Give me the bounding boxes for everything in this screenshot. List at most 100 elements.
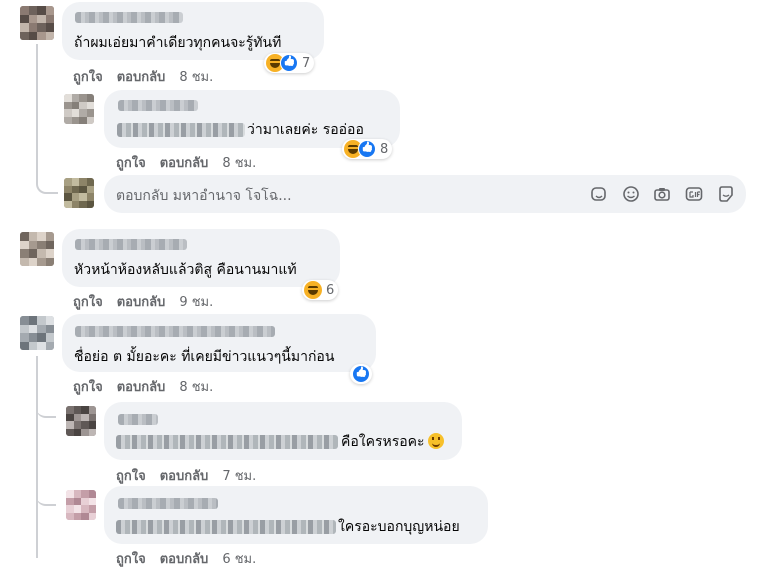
reaction-summary[interactable]: 7	[264, 53, 315, 73]
avatar-pixel	[86, 185, 94, 193]
thread-connector	[36, 104, 58, 194]
avatar-pixel	[20, 316, 29, 325]
comment-text: ใครอะบอกบุญหน่อย	[338, 519, 460, 535]
avatar-pixel	[86, 94, 94, 102]
camera-icon[interactable]	[653, 185, 671, 203]
avatar-pixel	[86, 109, 94, 117]
blurred-mention	[117, 123, 245, 137]
avatar[interactable]	[20, 316, 54, 350]
avatar-pixel	[28, 324, 37, 333]
commenter-name-blurred[interactable]	[75, 12, 183, 23]
commenter-name-blurred[interactable]	[118, 498, 218, 509]
reaction-count: 7	[302, 55, 311, 71]
reply-input[interactable]: ตอบกลับ มหาอำนาจ โจโฉ...	[104, 175, 746, 213]
timestamp[interactable]: 8 ชม.	[179, 66, 213, 87]
like-link[interactable]: ถูกใจ	[73, 66, 103, 87]
avatar-pixel	[37, 23, 46, 32]
avatar-pixel	[88, 421, 96, 429]
commenter-name-blurred[interactable]	[75, 326, 275, 337]
avatar-pixel	[64, 185, 72, 193]
avatar-pixel	[71, 185, 79, 193]
avatar-pixel	[37, 257, 46, 266]
current-user-avatar	[64, 178, 94, 208]
like-link[interactable]: ถูกใจ	[116, 548, 146, 569]
avatar-pixel	[71, 178, 79, 186]
avatar[interactable]	[66, 406, 96, 436]
emoji-icon[interactable]	[622, 185, 640, 203]
avatar[interactable]	[20, 6, 54, 40]
reaction-summary[interactable]: 6	[302, 280, 339, 300]
timestamp[interactable]: 8 ชม.	[179, 376, 213, 397]
avatar-pixel	[20, 249, 29, 258]
avatar-pixel	[88, 512, 96, 520]
reply-link[interactable]: ตอบกลับ	[160, 465, 209, 486]
like-link[interactable]: ถูกใจ	[116, 465, 146, 486]
timestamp[interactable]: 8 ชม.	[222, 152, 256, 173]
reply-link[interactable]: ตอบกลับ	[117, 66, 166, 87]
avatar-pixel	[86, 200, 94, 208]
commenter-name-blurred[interactable]	[118, 414, 158, 425]
avatar-pixel	[79, 193, 87, 201]
timestamp[interactable]: 7 ชม.	[222, 465, 256, 486]
avatar-pixel	[88, 490, 96, 498]
reaction-count: 6	[326, 282, 335, 298]
avatar-pixel	[79, 200, 87, 208]
like-link[interactable]: ถูกใจ	[116, 152, 146, 173]
avatar-pixel	[81, 497, 89, 505]
avatar-pixel	[73, 413, 81, 421]
comment-actions: ถูกใจ ตอบกลับ 9 ชม.	[73, 291, 227, 312]
reply-link[interactable]: ตอบกลับ	[160, 548, 209, 569]
avatar[interactable]	[20, 232, 54, 266]
commenter-name-blurred[interactable]	[75, 239, 187, 250]
avatar-pixel	[71, 101, 79, 109]
reply-link[interactable]: ตอบกลับ	[160, 152, 209, 173]
avatar[interactable]	[64, 94, 94, 124]
avatar-pixel	[79, 185, 87, 193]
avatar-pixel	[45, 240, 54, 249]
avatar-pixel	[20, 324, 29, 333]
avatar-pixel	[71, 116, 79, 124]
avatar-pixel	[37, 316, 46, 325]
avatar-pixel	[73, 512, 81, 520]
avatar-pixel	[66, 413, 74, 421]
blurred-text	[116, 520, 336, 534]
timestamp[interactable]: 6 ชม.	[222, 548, 256, 569]
avatar-pixel	[88, 497, 96, 505]
avatar-pixel	[20, 341, 29, 350]
avatar-pixel	[66, 421, 74, 429]
thread-connector	[36, 488, 56, 506]
avatar-pixel	[88, 505, 96, 513]
reply-link[interactable]: ตอบกลับ	[117, 376, 166, 397]
like-link[interactable]: ถูกใจ	[73, 376, 103, 397]
avatar-pixel	[37, 14, 46, 23]
timestamp[interactable]: 9 ชม.	[179, 291, 213, 312]
comment-actions: ถูกใจ ตอบกลับ 7 ชม.	[116, 465, 270, 486]
reaction-summary[interactable]	[350, 364, 372, 384]
reply-link[interactable]: ตอบกลับ	[117, 291, 166, 312]
avatar-pixel	[64, 109, 72, 117]
gif-icon[interactable]	[685, 185, 703, 203]
avatar-pixel	[73, 490, 81, 498]
avatar-pixel	[88, 413, 96, 421]
reaction-summary[interactable]: 8	[342, 139, 393, 159]
avatar-pixel	[64, 116, 72, 124]
comment-text: หัวหน้าห้องหลับแล้วติสู คือนานมาแท้	[74, 262, 297, 278]
avatar-pixel	[37, 341, 46, 350]
like-link[interactable]: ถูกใจ	[73, 291, 103, 312]
sticker-icon[interactable]	[590, 185, 608, 203]
avatar-pixel	[81, 406, 89, 414]
comment-bubble: คือใครหรอคะ	[104, 402, 462, 460]
avatar-pixel	[28, 257, 37, 266]
avatar-pixel	[45, 249, 54, 258]
thread-connector	[36, 400, 56, 418]
comment-sticker-icon[interactable]	[717, 185, 735, 203]
blurred-text	[116, 435, 338, 449]
avatar-pixel	[45, 333, 54, 342]
avatar-pixel	[64, 101, 72, 109]
commenter-name-blurred[interactable]	[118, 100, 198, 111]
avatar-pixel	[73, 497, 81, 505]
haha-icon	[304, 281, 322, 299]
reaction-count: 8	[380, 141, 389, 157]
avatar[interactable]	[66, 490, 96, 520]
avatar-pixel	[45, 232, 54, 241]
